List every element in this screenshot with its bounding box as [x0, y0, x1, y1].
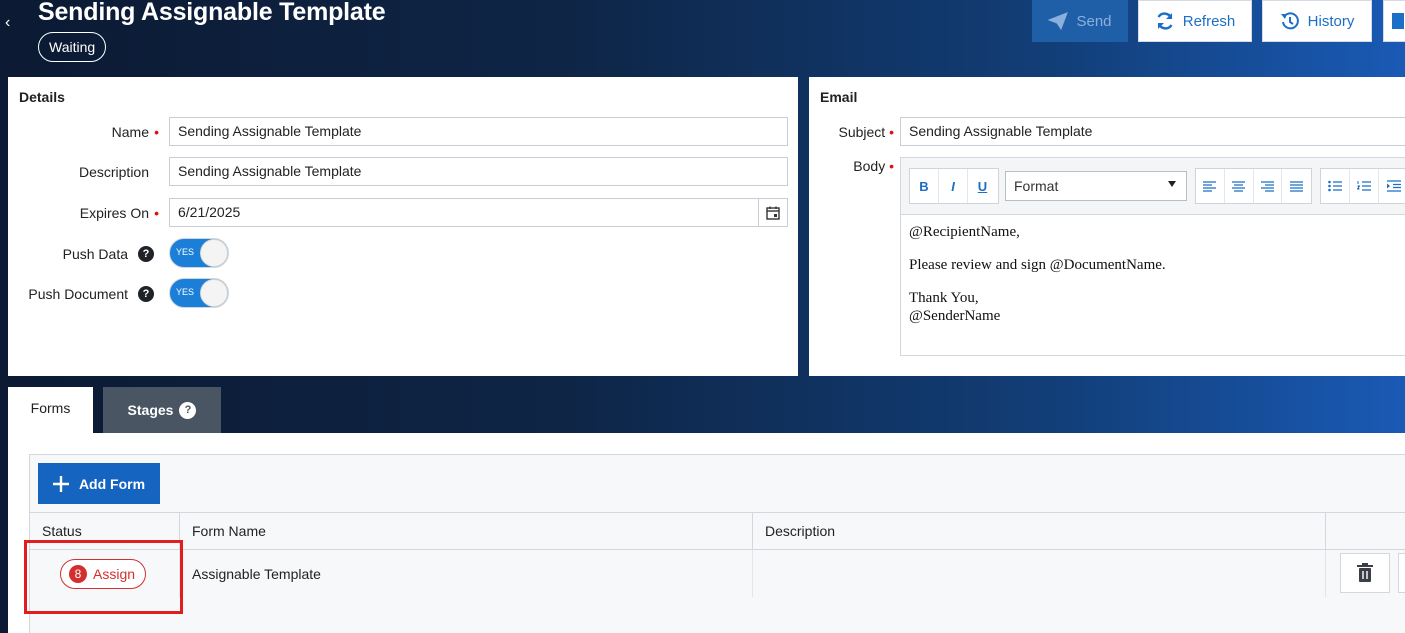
format-select-value: Format [1014, 178, 1059, 194]
more-actions-button[interactable] [1383, 0, 1405, 42]
forms-content: Add Form Status Form Name Description 8 … [8, 433, 1405, 633]
required-marker: • [889, 158, 894, 174]
subject-label-wrap: Subject • [809, 124, 895, 140]
toggle-label: YES [176, 287, 195, 297]
align-justify-icon[interactable] [1282, 169, 1311, 203]
refresh-button-label: Refresh [1182, 12, 1236, 30]
highlight-box [24, 540, 183, 614]
expires-date-input[interactable]: 6/21/2025 [169, 198, 788, 227]
required-marker: • [154, 205, 159, 221]
format-select[interactable]: Format [1005, 171, 1187, 201]
body-request: Please review and sign @DocumentName. [909, 257, 1166, 273]
details-title: Details [19, 89, 65, 105]
body-label-wrap: Body • [809, 158, 894, 174]
history-button[interactable]: History [1262, 0, 1372, 42]
document-icon [1392, 13, 1404, 29]
toggle-knob [200, 239, 228, 267]
refresh-icon [1157, 12, 1173, 30]
push-document-toggle[interactable]: YES [169, 278, 229, 308]
page-title: Sending Assignable Template [38, 0, 386, 26]
add-form-label: Add Form [78, 475, 146, 492]
paper-plane-icon [1048, 12, 1069, 30]
description-row: Description [8, 157, 163, 187]
help-icon[interactable]: ? [179, 401, 197, 419]
email-panel: Email Subject • Sending Assignable Templ… [809, 77, 1405, 376]
refresh-button[interactable]: Refresh [1138, 0, 1252, 42]
form-name-cell: Assignable Template [180, 550, 753, 597]
body-sender: @SenderName [909, 308, 1001, 324]
caret-down-icon [1168, 181, 1176, 187]
column-form-name[interactable]: Form Name [180, 513, 753, 549]
required-marker: • [889, 124, 894, 140]
back-icon[interactable]: ‹ [5, 14, 19, 34]
description-cell [753, 550, 1326, 597]
expires-value: 6/21/2025 [178, 204, 241, 220]
text-style-group: B I U [909, 168, 999, 204]
tab-forms[interactable]: Forms [8, 387, 93, 433]
italic-button[interactable]: I [939, 169, 968, 203]
subject-input[interactable]: Sending Assignable Template [900, 117, 1405, 146]
editor-toolbar: B I U Format [900, 157, 1405, 214]
delete-button[interactable] [1340, 553, 1390, 593]
description-label: Description [78, 164, 149, 180]
push-data-toggle[interactable]: YES [169, 238, 229, 268]
subject-label: Subject [838, 124, 886, 140]
numbered-list-icon[interactable] [1350, 169, 1379, 203]
expires-row: Expires On • [8, 198, 163, 228]
tab-stages[interactable]: Stages ? [103, 387, 221, 433]
push-data-label: Push Data [62, 246, 128, 262]
column-description[interactable]: Description [753, 513, 1326, 549]
row-action-button[interactable] [1398, 553, 1405, 593]
push-document-row: Push Document? [8, 279, 158, 309]
forms-grid: Add Form Status Form Name Description 8 … [29, 454, 1405, 633]
push-document-label: Push Document [28, 286, 128, 302]
bold-button[interactable]: B [910, 169, 939, 203]
send-button[interactable]: Send [1032, 0, 1128, 42]
plus-icon [52, 475, 69, 492]
underline-button[interactable]: U [968, 169, 997, 203]
send-button-label: Send [1076, 12, 1112, 30]
status-badge: Waiting [38, 32, 107, 62]
indent-icon[interactable] [1379, 169, 1405, 203]
required-marker: • [154, 124, 159, 140]
align-center-icon[interactable] [1225, 169, 1254, 203]
tab-stages-label: Stages [127, 402, 174, 418]
body-thanks: Thank You, [909, 290, 979, 306]
body-label: Body [853, 158, 886, 174]
alignment-group [1195, 168, 1312, 204]
details-panel: Details Name • Sending Assignable Templat… [8, 77, 798, 376]
table-row: 8 Assign Assignable Template [30, 550, 1405, 597]
description-input[interactable]: Sending Assignable Template [169, 157, 788, 186]
trash-icon [1357, 563, 1373, 582]
history-icon [1280, 12, 1299, 30]
align-left-icon[interactable] [1196, 169, 1225, 203]
calendar-icon[interactable] [758, 198, 787, 227]
email-title: Email [820, 89, 858, 105]
add-form-button[interactable]: Add Form [38, 463, 160, 504]
align-right-icon[interactable] [1254, 169, 1283, 203]
toggle-label: YES [176, 247, 195, 257]
bullet-list-icon[interactable] [1321, 169, 1350, 203]
expires-label: Expires On [79, 205, 149, 221]
name-row: Name • [8, 117, 163, 147]
help-icon[interactable]: ? [138, 246, 154, 262]
email-body-editor[interactable]: @RecipientName, Please review and sign @… [900, 214, 1405, 356]
table-header: Status Form Name Description [30, 512, 1405, 550]
body-greeting: @RecipientName, [909, 224, 1020, 240]
name-input[interactable]: Sending Assignable Template [169, 117, 788, 146]
name-label: Name [111, 124, 149, 140]
push-data-row: Push Data? [8, 239, 158, 269]
list-group [1320, 168, 1405, 204]
history-button-label: History [1307, 12, 1355, 30]
toggle-knob [200, 279, 228, 307]
help-icon[interactable]: ? [138, 286, 154, 302]
